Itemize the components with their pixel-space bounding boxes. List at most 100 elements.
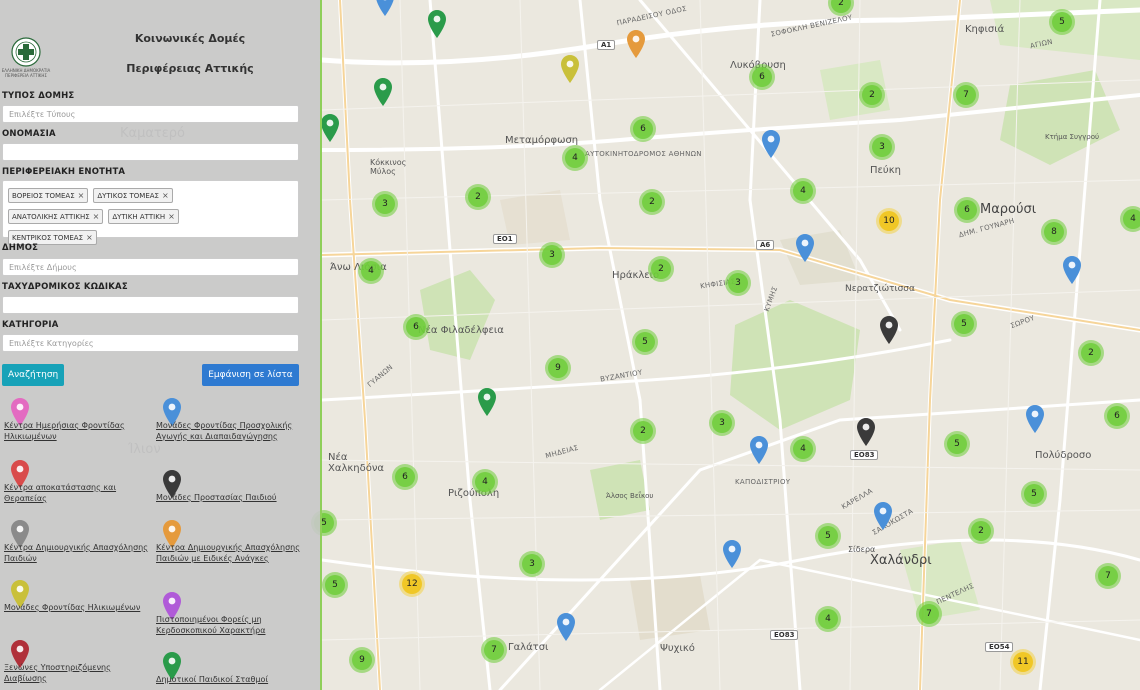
road-shield: EO83 — [850, 450, 879, 460]
marker-cluster[interactable]: 6 — [1104, 403, 1130, 429]
road-shield: EO1 — [493, 234, 517, 244]
search-button[interactable]: Αναζήτηση — [2, 364, 64, 386]
category-select[interactable] — [2, 334, 299, 352]
marker-cluster[interactable]: 5 — [1021, 481, 1047, 507]
cluster-count: 3 — [872, 137, 892, 157]
type-select[interactable] — [2, 105, 299, 123]
marker-cluster[interactable]: 2 — [639, 189, 665, 215]
marker-cluster[interactable]: 2 — [630, 418, 656, 444]
cluster-count: 6 — [406, 317, 426, 337]
cluster-count: 2 — [633, 421, 653, 441]
cluster-count: 7 — [956, 85, 976, 105]
cluster-count: 6 — [395, 467, 415, 487]
map-marker-pin[interactable] — [376, 0, 394, 16]
marker-cluster[interactable]: 3 — [709, 410, 735, 436]
marker-cluster[interactable]: 3 — [539, 242, 565, 268]
marker-cluster[interactable]: 9 — [349, 647, 375, 673]
map-marker-pin[interactable] — [1026, 405, 1044, 433]
map-marker-pin[interactable] — [561, 55, 579, 83]
marker-cluster[interactable]: 2 — [968, 518, 994, 544]
map-marker-pin[interactable] — [874, 502, 892, 530]
marker-cluster[interactable]: 3 — [869, 134, 895, 160]
map-marker-pin[interactable] — [478, 388, 496, 416]
name-input[interactable] — [2, 143, 299, 161]
map-marker-pin[interactable] — [1063, 256, 1081, 284]
municipality-select[interactable] — [2, 258, 299, 276]
marker-cluster[interactable]: 5 — [632, 329, 658, 355]
marker-cluster[interactable]: 7 — [916, 601, 942, 627]
cluster-count: 5 — [1052, 12, 1072, 32]
map-marker-pin[interactable] — [857, 418, 875, 446]
map-pin-icon — [723, 540, 741, 568]
marker-cluster[interactable]: 7 — [953, 82, 979, 108]
marker-cluster[interactable]: 2 — [1078, 340, 1104, 366]
marker-cluster[interactable]: 6 — [392, 464, 418, 490]
marker-cluster[interactable]: 7 — [1095, 563, 1121, 589]
marker-cluster[interactable]: 4 — [815, 606, 841, 632]
map-marker-pin[interactable] — [627, 30, 645, 58]
marker-cluster[interactable]: 6 — [749, 64, 775, 90]
marker-cluster[interactable]: 3 — [372, 191, 398, 217]
region-tag: ΑΝΑΤΟΛΙΚΗΣ ΑΤΤΙΚΗΣ × — [8, 209, 104, 224]
marker-cluster[interactable]: 4 — [472, 469, 498, 495]
marker-cluster[interactable]: 5 — [815, 523, 841, 549]
marker-cluster[interactable]: 5 — [322, 572, 348, 598]
map-marker-pin[interactable] — [762, 130, 780, 158]
map-marker-pin[interactable] — [321, 114, 339, 142]
region-tag: ΒΟΡΕΙΟΣ ΤΟΜΕΑΣ × — [8, 188, 89, 203]
marker-cluster[interactable]: 9 — [545, 355, 571, 381]
marker-cluster[interactable]: 3 — [519, 551, 545, 577]
legend-label: Μονάδες Φροντίδας Προσχολικής Αγωγής και… — [156, 421, 293, 441]
region-label: ΠΕΡΙΦΕΡΕΙΑΚΗ ΕΝΟΤΗΤΑ — [2, 167, 126, 177]
marker-cluster[interactable]: 2 — [465, 184, 491, 210]
postal-label: ΤΑΧΥΔΡΟΜΙΚΟΣ ΚΩΔΙΚΑΣ — [2, 282, 128, 292]
marker-cluster[interactable]: 5 — [1049, 9, 1075, 35]
cluster-count: 9 — [548, 358, 568, 378]
cluster-count: 3 — [375, 194, 395, 214]
cluster-count: 2 — [1081, 343, 1101, 363]
remove-tag-icon[interactable]: × — [162, 191, 169, 200]
map-marker-pin[interactable] — [723, 540, 741, 568]
map-marker-pin[interactable] — [428, 10, 446, 38]
marker-cluster[interactable]: 4 — [790, 178, 816, 204]
marker-cluster[interactable]: 7 — [481, 637, 507, 663]
postal-code-input[interactable] — [2, 296, 299, 314]
cluster-count: 6 — [957, 200, 977, 220]
marker-cluster[interactable]: 6 — [403, 314, 429, 340]
marker-cluster[interactable]: 11 — [1010, 649, 1036, 675]
marker-cluster[interactable]: 10 — [876, 208, 902, 234]
region-tag: ΔΥΤΙΚΟΣ ΤΟΜΕΑΣ × — [93, 188, 173, 203]
remove-tag-icon[interactable]: × — [93, 212, 100, 221]
marker-cluster[interactable]: 3 — [725, 270, 751, 296]
cluster-count: 2 — [468, 187, 488, 207]
cluster-count: 4 — [793, 439, 813, 459]
map-marker-pin[interactable] — [880, 316, 898, 344]
marker-cluster[interactable]: 5 — [944, 431, 970, 457]
remove-tag-icon[interactable]: × — [86, 233, 93, 242]
remove-tag-icon[interactable]: × — [78, 191, 85, 200]
map-marker-pin[interactable] — [557, 613, 575, 641]
marker-cluster[interactable]: 6 — [630, 116, 656, 142]
remove-tag-icon[interactable]: × — [168, 212, 175, 221]
map-marker-pin[interactable] — [750, 436, 768, 464]
marker-cluster[interactable]: 4 — [562, 145, 588, 171]
cluster-count: 4 — [361, 261, 381, 281]
map-pin-icon — [478, 388, 496, 416]
marker-cluster[interactable]: 5 — [951, 311, 977, 337]
marker-cluster[interactable]: 2 — [648, 256, 674, 282]
marker-cluster[interactable]: 12 — [399, 571, 425, 597]
marker-cluster[interactable]: 6 — [954, 197, 980, 223]
region-multiselect[interactable]: ΒΟΡΕΙΟΣ ΤΟΜΕΑΣ × ΔΥΤΙΚΟΣ ΤΟΜΕΑΣ × ΑΝΑΤΟΛΙΚΗ… — [2, 180, 299, 245]
cluster-count: 4 — [565, 148, 585, 168]
map-marker-pin[interactable] — [796, 234, 814, 262]
marker-cluster[interactable]: 8 — [1041, 219, 1067, 245]
cluster-count: 12 — [402, 574, 422, 594]
map-marker-pin[interactable] — [374, 78, 392, 106]
region-tag: ΔΥΤΙΚΗ ΑΤΤΙΚΗ × — [108, 209, 179, 224]
marker-cluster[interactable]: 4 — [358, 258, 384, 284]
map-pin-icon — [376, 0, 394, 16]
marker-cluster[interactable]: 4 — [1120, 206, 1140, 232]
marker-cluster[interactable]: 4 — [790, 436, 816, 462]
show-list-button[interactable]: Εμφάνιση σε λίστα — [202, 364, 299, 386]
marker-cluster[interactable]: 2 — [859, 82, 885, 108]
